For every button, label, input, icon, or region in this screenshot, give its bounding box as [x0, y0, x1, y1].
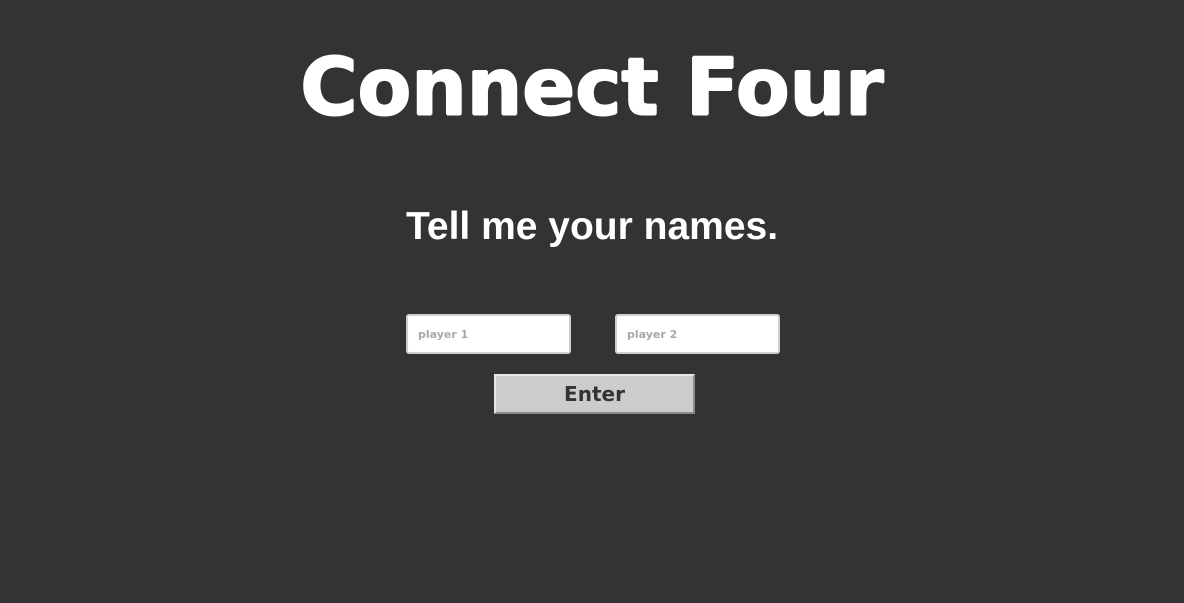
player-2-input[interactable]	[615, 314, 780, 354]
player-1-input[interactable]	[406, 314, 571, 354]
names-prompt: Tell me your names.	[405, 205, 779, 248]
page-title: Connect Four	[300, 42, 884, 134]
page: Connect Four Tell me your names. Enter	[0, 0, 1184, 603]
enter-button[interactable]: Enter	[494, 374, 695, 414]
